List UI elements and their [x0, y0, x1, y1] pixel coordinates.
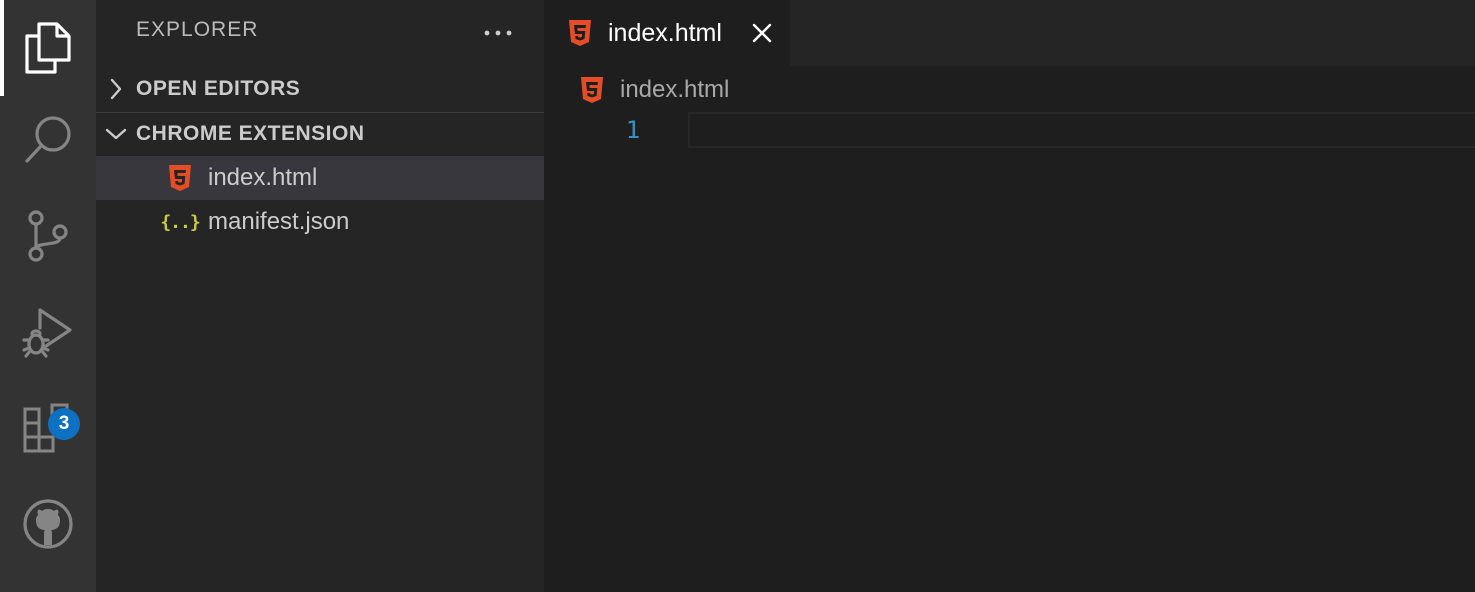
file-item-index-html[interactable]: index.html	[96, 156, 544, 200]
explorer-sidebar: EXPLORER OPEN EDITORS CHROME EXTENSION i…	[96, 0, 544, 592]
explorer-activity-button[interactable]	[0, 0, 96, 96]
html5-icon	[578, 76, 606, 104]
ellipsis-icon	[484, 23, 512, 41]
tab-label: index.html	[608, 18, 722, 47]
extensions-badge: 3	[48, 408, 80, 440]
file-name: manifest.json	[208, 208, 350, 235]
chevron-right-icon	[96, 67, 136, 111]
line-number: 1	[625, 116, 641, 144]
activity-bar: 3	[0, 0, 96, 592]
html5-icon	[566, 19, 594, 47]
github-activity-button[interactable]	[0, 476, 96, 572]
chrome-extension-label: CHROME EXTENSION	[136, 122, 365, 145]
file-name: index.html	[208, 164, 318, 191]
json-icon: {..}	[160, 200, 200, 244]
close-icon[interactable]	[748, 19, 776, 47]
github-icon	[23, 499, 73, 549]
open-editors-label: OPEN EDITORS	[136, 77, 301, 100]
breadcrumb[interactable]: index.html	[578, 72, 729, 108]
more-actions-button[interactable]	[480, 14, 516, 50]
html5-icon	[160, 156, 200, 200]
sidebar-title: EXPLORER	[136, 18, 259, 41]
open-editors-section-header[interactable]: OPEN EDITORS	[96, 67, 544, 111]
tab-bar: index.html	[544, 0, 1475, 66]
vscode-window: 3 EXPLORER OPEN EDITORS CHROME EXTENSION…	[0, 0, 1475, 592]
search-activity-button[interactable]	[0, 92, 96, 188]
run-debug-activity-button[interactable]	[0, 284, 96, 380]
search-icon	[23, 115, 73, 165]
run-debug-icon	[22, 306, 74, 358]
chevron-down-icon	[96, 112, 136, 156]
source-control-icon	[26, 210, 70, 262]
tab-index-html[interactable]: index.html	[544, 0, 790, 66]
breadcrumb-label: index.html	[620, 76, 730, 103]
file-item-manifest-json[interactable]: {..} manifest.json	[96, 200, 544, 244]
source-control-activity-button[interactable]	[0, 188, 96, 284]
extensions-activity-button[interactable]: 3	[0, 380, 96, 476]
chrome-extension-section-header[interactable]: CHROME EXTENSION	[96, 112, 544, 156]
editor-area: index.html index.html 1	[544, 0, 1475, 592]
files-icon	[25, 22, 71, 74]
json-icon-glyph: {..}	[160, 211, 200, 233]
current-line-editor[interactable]	[688, 112, 1475, 148]
